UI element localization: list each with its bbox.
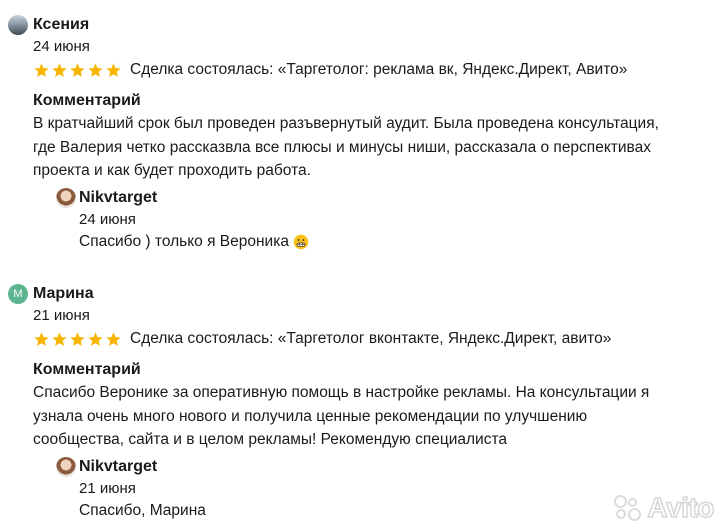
seller-avatar[interactable] [56, 188, 76, 208]
comment-text: В кратчайший срок был проведен разъверну… [33, 112, 703, 183]
reply-text: Спасибо, Марина [79, 500, 676, 522]
reply-author-name[interactable]: Nikvtarget [79, 189, 157, 207]
rating-stars [33, 331, 123, 348]
avatar-letter: М [13, 288, 23, 300]
author-name[interactable]: Марина [33, 285, 94, 303]
reply-author-name[interactable]: Nikvtarget [79, 458, 157, 476]
star-icon [70, 331, 85, 346]
comment-label: Комментарий [33, 361, 141, 378]
review-author-row: М Марина [8, 283, 708, 305]
star-icon [106, 331, 121, 346]
review-date: 21 июня [33, 307, 90, 324]
seller-reply: Nikvtarget 21 июня Спасибо, Марина [56, 456, 676, 522]
star-icon [34, 62, 49, 77]
star-icon [106, 62, 121, 77]
deal-text: Сделка состоялась: «Таргетолог: реклама … [130, 61, 628, 78]
author-avatar[interactable] [8, 15, 28, 35]
comment-line: проекта и как будет проходить работа. [33, 162, 311, 179]
rating-stars [33, 62, 123, 79]
review-author-row: Ксения [8, 14, 708, 36]
star-icon [52, 331, 67, 346]
deal-row: Сделка состоялась: «Таргетолог: реклама … [33, 58, 708, 82]
comment-line: В кратчайший срок был проведен разъверну… [33, 115, 659, 132]
comment-line: узнала очень много нового и получила цен… [33, 407, 588, 425]
seller-avatar[interactable] [56, 457, 76, 477]
star-icon [34, 331, 49, 346]
reply-text: Спасибо ) только я Вероника [79, 231, 676, 253]
watermark-text: Avito [647, 491, 715, 524]
deal-row: Сделка состоялась: «Таргетолог вконтакте… [33, 327, 708, 351]
review-card: М Марина 21 июня Сделка состоялась: «Тар… [8, 283, 708, 452]
star-icon [70, 62, 85, 77]
star-icon [52, 62, 67, 77]
star-icon [88, 331, 103, 346]
grimacing-face-icon [293, 234, 309, 250]
review-card: Ксения 24 июня Сделка состоялась: «Тарге… [8, 14, 708, 183]
reply-text-content: Спасибо ) только я Вероника [79, 233, 289, 250]
comment-label: Комментарий [33, 92, 141, 109]
deal-text: Сделка состоялась: «Таргетолог вконтакте… [130, 330, 612, 347]
reply-text-content: Спасибо, Марина [79, 502, 206, 519]
avito-logo-icon [613, 495, 644, 521]
reply-date: 24 июня [79, 211, 136, 228]
comment-line: Спасибо Веронике за оперативную помощь в… [33, 384, 650, 401]
author-avatar[interactable]: М [8, 284, 28, 304]
seller-reply: Nikvtarget 24 июня Спасибо ) только я Ве… [56, 187, 676, 253]
star-icon [88, 62, 103, 77]
reply-author-row: Nikvtarget [56, 456, 676, 478]
reply-author-row: Nikvtarget [56, 187, 676, 209]
comment-line: сообщества, сайта и в целом рекламы! Рек… [33, 431, 507, 448]
avito-watermark: Avito [613, 491, 715, 524]
comment-line: где Валерия четко рассказвла все плюсы и… [33, 138, 651, 156]
author-name[interactable]: Ксения [33, 16, 89, 34]
comment-text: Спасибо Веронике за оперативную помощь в… [33, 381, 703, 452]
review-date: 24 июня [33, 38, 90, 55]
reply-date: 21 июня [79, 480, 136, 497]
